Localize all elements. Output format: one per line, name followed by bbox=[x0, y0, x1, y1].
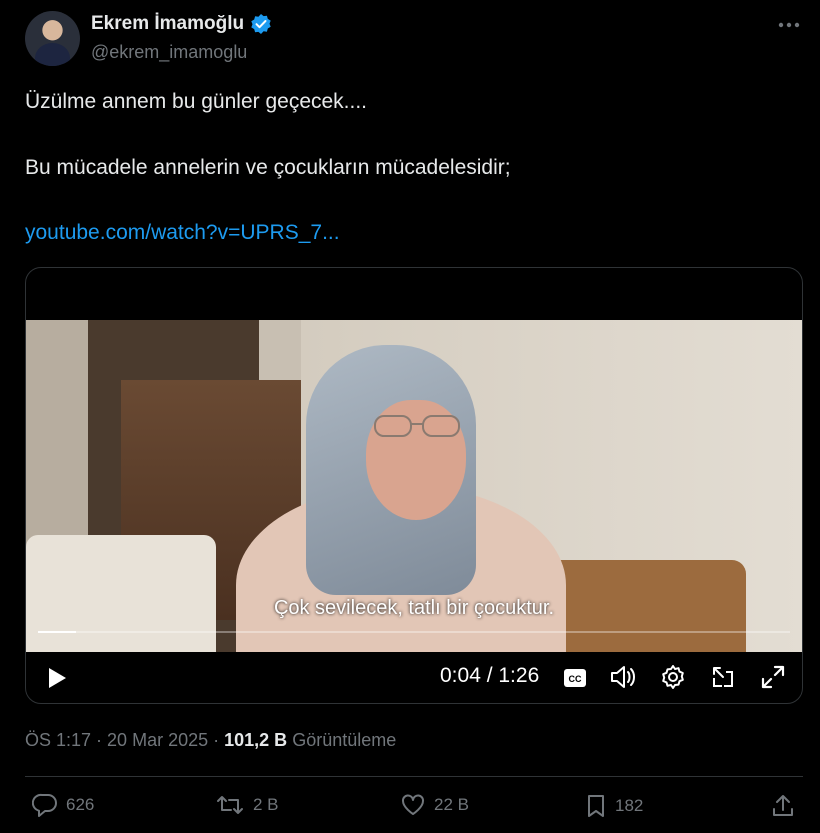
share-icon bbox=[770, 793, 796, 819]
views-count: 101,2 B bbox=[224, 730, 288, 750]
reply-count: 626 bbox=[66, 795, 95, 814]
picture-in-picture-icon[interactable] bbox=[708, 662, 738, 692]
more-options-icon[interactable] bbox=[776, 12, 802, 38]
play-icon[interactable] bbox=[44, 664, 70, 692]
settings-gear-icon[interactable] bbox=[658, 662, 688, 692]
youtube-link[interactable]: youtube.com/watch?v=UPRS_7... bbox=[25, 221, 340, 245]
repost-count: 2 B bbox=[253, 795, 279, 814]
repost-icon bbox=[215, 793, 245, 817]
author-name[interactable]: Ekrem İmamoğlu bbox=[91, 13, 244, 35]
bookmark-icon bbox=[585, 793, 607, 819]
fullscreen-icon[interactable] bbox=[758, 662, 788, 692]
repost-button[interactable]: 2 B bbox=[215, 793, 279, 817]
verified-badge-icon bbox=[250, 13, 272, 35]
video-progress-bar[interactable] bbox=[38, 631, 790, 633]
video-subtitle: Çok sevilecek, tatlı bir çocuktur. bbox=[273, 597, 555, 619]
like-count: 22 B bbox=[434, 795, 469, 814]
video-scene-sofa bbox=[26, 535, 216, 652]
avatar[interactable] bbox=[25, 11, 80, 66]
tweet-time[interactable]: ÖS 1:17 bbox=[25, 730, 91, 750]
tweet-text-line-2: Bu mücadele annelerin ve çocukların müca… bbox=[25, 156, 511, 179]
share-button[interactable] bbox=[770, 793, 796, 819]
video-scene-glasses bbox=[369, 412, 465, 440]
bookmark-count: 182 bbox=[615, 796, 644, 815]
closed-captions-icon[interactable]: CC bbox=[561, 664, 589, 692]
tweet-date[interactable]: 20 Mar 2025 bbox=[107, 730, 208, 750]
tweet-meta: ÖS 1:17 · 20 Mar 2025 · 101,2 B Görüntül… bbox=[25, 730, 397, 750]
video-time: 0:04 / 1:26 bbox=[440, 664, 540, 687]
reply-icon bbox=[32, 793, 58, 817]
video-progress-fill bbox=[38, 631, 76, 633]
heart-icon bbox=[400, 793, 426, 817]
reply-button[interactable]: 626 bbox=[32, 793, 94, 817]
divider bbox=[25, 776, 803, 777]
bookmark-button[interactable]: 182 bbox=[585, 793, 643, 819]
video-frame[interactable]: Çok sevilecek, tatlı bir çocuktur. bbox=[26, 320, 802, 652]
tweet-text-line-1: Üzülme annem bu günler geçecek.... bbox=[25, 90, 368, 113]
views-label: Görüntüleme bbox=[292, 730, 397, 750]
like-button[interactable]: 22 B bbox=[400, 793, 469, 817]
video-controls: 0:04 / 1:26 CC bbox=[26, 652, 802, 703]
volume-icon[interactable] bbox=[608, 662, 638, 692]
author-name-row: Ekrem İmamoğlu bbox=[91, 13, 272, 35]
author-handle[interactable]: @ekrem_imamoglu bbox=[91, 42, 247, 63]
svg-text:CC: CC bbox=[569, 674, 582, 684]
video-player[interactable]: Çok sevilecek, tatlı bir çocuktur. 0:04 … bbox=[25, 267, 803, 704]
